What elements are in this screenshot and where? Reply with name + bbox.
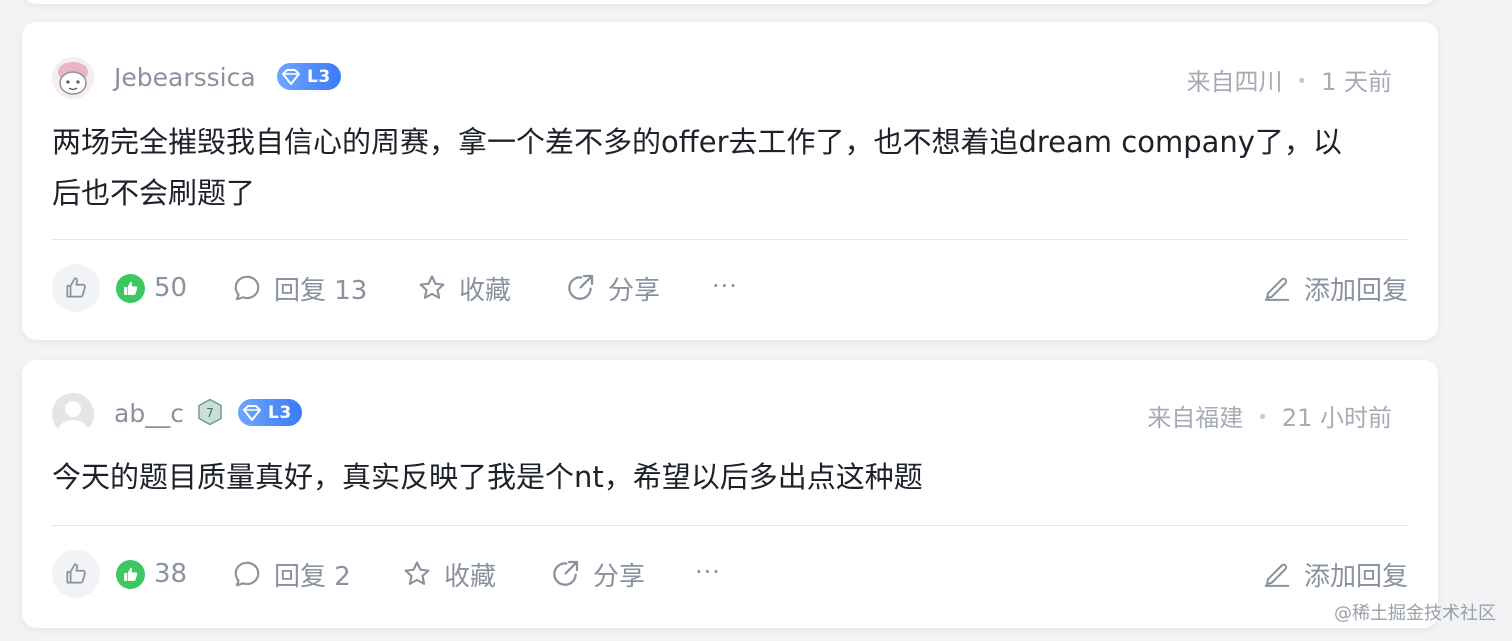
collect-button[interactable]: 收藏 (417, 272, 512, 306)
reply-button[interactable]: 回复 2 (232, 558, 351, 592)
username[interactable]: ab__c (114, 399, 184, 428)
comment-content: 两场完全摧毁我自信心的周赛，拿一个差不多的offer去工作了，也不想着追drea… (52, 117, 1408, 219)
badge-number: 7 (206, 406, 214, 420)
comment-header: Jebearssica L3 来自四川 • 1 天前 (52, 56, 1408, 100)
pen-icon (1264, 277, 1290, 301)
username[interactable]: Jebearssica (114, 63, 256, 92)
timestamp: 21 小时前 (1281, 404, 1392, 432)
level-label: L3 (268, 402, 292, 423)
more-button[interactable]: ··· (695, 558, 721, 586)
avatar[interactable] (52, 393, 94, 435)
previous-comment-card (22, 0, 1438, 4)
divider (52, 239, 1408, 240)
like-count: 38 (154, 559, 188, 589)
like-button[interactable] (52, 264, 100, 312)
share-button[interactable]: 分享 (564, 272, 661, 306)
diamond-icon (277, 63, 305, 90)
add-reply-label: 添加回复 (1303, 561, 1408, 592)
comment-meta: 来自福建 • 21 小时前 (1147, 398, 1392, 433)
collect-label: 收藏 (459, 275, 512, 306)
like-button[interactable] (52, 550, 100, 598)
level-label: L3 (307, 66, 331, 87)
collect-label: 收藏 (444, 561, 497, 592)
badge-icon: 7 (197, 398, 223, 426)
divider (52, 525, 1408, 526)
liked-icon (116, 560, 145, 589)
reply-label: 回复 2 (274, 561, 351, 592)
add-reply-button[interactable]: 添加回复 (1262, 558, 1408, 592)
add-reply-button[interactable]: 添加回复 (1262, 272, 1408, 306)
comment-actions: 50 回复 13 收藏 分享 ··· 添加回复 (52, 264, 1408, 312)
level-badge[interactable]: L3 (238, 399, 302, 426)
share-icon (568, 274, 594, 300)
comment-text-line: 今天的题目质量真好，真实反映了我是个nt，希望以后多出点这种题 (52, 460, 923, 494)
more-button[interactable]: ··· (712, 272, 738, 300)
comment-icon (234, 275, 260, 301)
share-label: 分享 (608, 275, 661, 306)
thumb-up-icon (66, 277, 86, 298)
collect-button[interactable]: 收藏 (402, 558, 497, 592)
reply-label: 回复 13 (274, 275, 368, 306)
comment-actions: 38 回复 2 收藏 分享 ··· 添加回复 (52, 550, 1408, 598)
pen-icon (1264, 563, 1290, 587)
location: 来自福建 (1147, 404, 1244, 432)
comment-card: ab__c 7 L3 来自福建 • 21 小时前 今天的题目质量真好，真实反映了我是… (22, 360, 1438, 628)
like-count: 50 (154, 273, 188, 303)
share-label: 分享 (593, 561, 646, 592)
star-icon (404, 561, 430, 585)
diamond-icon (238, 399, 266, 426)
meta-separator: • (1257, 407, 1268, 428)
timestamp: 1 天前 (1321, 68, 1392, 96)
comment-text-line: 两场完全摧毁我自信心的周赛，拿一个差不多的offer去工作了，也不想着追drea… (52, 125, 1342, 159)
share-icon (553, 560, 579, 586)
level-badge[interactable]: L3 (277, 63, 341, 90)
comment-header: ab__c 7 L3 来自福建 • 21 小时前 (52, 392, 1408, 436)
thumb-up-icon (66, 563, 86, 584)
avatar[interactable] (52, 57, 94, 99)
watermark: @稀土掘金技术社区 (1334, 603, 1496, 624)
comment-content: 今天的题目质量真好，真实反映了我是个nt，希望以后多出点这种题 (52, 452, 1408, 503)
comment-card: Jebearssica L3 来自四川 • 1 天前 两场完全摧毁我自信心的周赛，拿… (22, 22, 1438, 340)
reply-button[interactable]: 回复 13 (232, 272, 368, 306)
star-icon (419, 275, 445, 299)
comment-icon (234, 561, 260, 587)
comment-meta: 来自四川 • 1 天前 (1186, 62, 1392, 97)
liked-icon (116, 274, 145, 303)
add-reply-label: 添加回复 (1303, 275, 1408, 306)
location: 来自四川 (1186, 68, 1283, 96)
share-button[interactable]: 分享 (549, 558, 646, 592)
comment-text-line: 后也不会刷题了 (52, 176, 256, 210)
meta-separator: • (1296, 71, 1308, 92)
